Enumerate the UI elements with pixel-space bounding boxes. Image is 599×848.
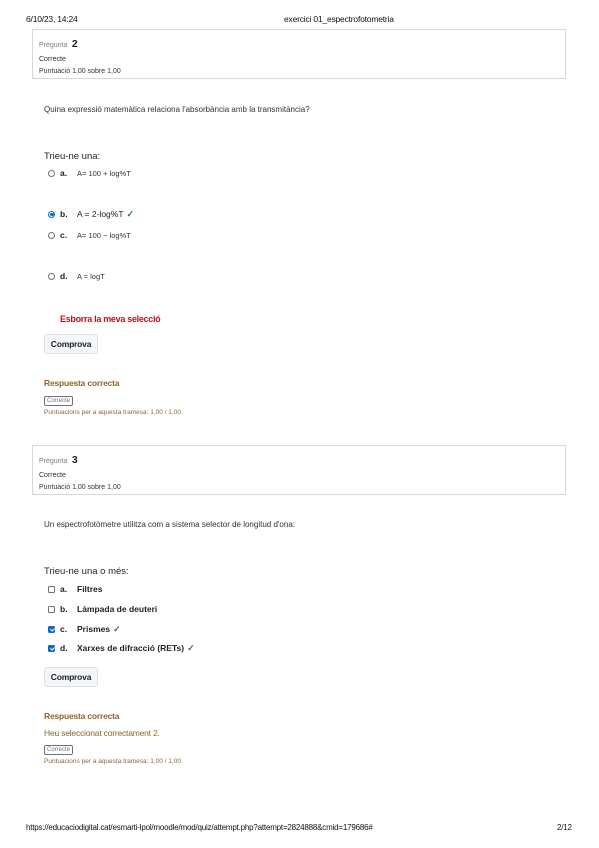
option-text: Xarxes de difracció (RETs) <box>77 643 185 653</box>
checkbox-checked[interactable] <box>48 625 55 633</box>
option-text: A= 100 − log%T <box>77 230 131 240</box>
q3-option-d[interactable]: d. Xarxes de difracció (RETs) ✓ <box>48 642 195 654</box>
checkbox-checked[interactable] <box>48 644 55 652</box>
option-letter: a. <box>60 168 68 178</box>
question-3-info: Pregunta 3 Correcte Puntuació 1,00 sobre… <box>32 445 566 495</box>
option-letter: c. <box>60 230 68 240</box>
option-letter: b. <box>60 604 68 614</box>
print-datetime: 6/10/23, 14:24 <box>26 14 78 24</box>
question-label: Pregunta <box>39 42 68 49</box>
status-badge: Correcte <box>44 745 74 755</box>
option-text: Prismes <box>77 624 111 634</box>
question-number: 2 <box>71 38 78 50</box>
question-state: Correcte <box>39 472 66 479</box>
check-button[interactable]: Comprova <box>44 667 98 687</box>
q2-option-c[interactable]: c. A= 100 − log%T <box>48 229 131 241</box>
option-letter: d. <box>60 271 68 281</box>
feedback-marks: Puntuacions per a aquesta tramesa: 1,00 … <box>44 758 183 765</box>
feedback-title: Respuesta correcta <box>44 378 120 388</box>
check-icon: ✓ <box>126 208 135 219</box>
status-badge: Correcte <box>44 396 74 406</box>
clear-selection-link[interactable]: Esborra la meva selecció <box>60 314 161 324</box>
checkbox[interactable] <box>48 585 55 593</box>
option-text: A = logT <box>77 271 105 281</box>
feedback-title: Respuesta correcta <box>44 711 120 721</box>
option-text: Filtres <box>77 584 103 594</box>
check-button[interactable]: Comprova <box>44 334 98 354</box>
question-2-text: Quina expressió matemàtica relaciona l'a… <box>44 105 310 114</box>
q3-option-c[interactable]: c. Prismes ✓ <box>48 623 121 635</box>
question-grade: Puntuació 1,00 sobre 1,00 <box>39 484 121 491</box>
q2-option-d[interactable]: d. A = logT <box>48 270 105 282</box>
q3-option-b[interactable]: b. Làmpada de deuteri <box>48 603 157 615</box>
option-text: A= 100 + log%T <box>77 168 131 178</box>
feedback-detail: Heu seleccionat correctament 2. <box>44 728 160 738</box>
q3-option-a[interactable]: a. Filtres <box>48 583 103 595</box>
radio-button[interactable] <box>48 231 55 239</box>
question-2-prompt: Trieu-ne una: <box>44 151 101 162</box>
radio-button[interactable] <box>48 272 55 280</box>
print-document-title: exercici 01_espectrofotometria <box>284 14 394 24</box>
question-state: Correcte <box>39 56 66 63</box>
option-letter: b. <box>60 209 68 219</box>
radio-button-selected[interactable] <box>48 210 55 218</box>
radio-button[interactable] <box>48 169 55 177</box>
question-3-text: Un espectrofotòmetre utilitza com a sist… <box>44 520 295 529</box>
option-text: A = 2-log%T <box>77 209 124 219</box>
checkbox[interactable] <box>48 605 55 613</box>
option-text: Làmpada de deuteri <box>77 604 158 614</box>
option-letter: d. <box>60 643 68 653</box>
option-letter: a. <box>60 584 68 594</box>
check-icon: ✓ <box>113 623 121 634</box>
q2-option-b[interactable]: b. A = 2-log%T ✓ <box>48 208 134 220</box>
question-number: 3 <box>71 454 78 466</box>
q2-option-a[interactable]: a. A= 100 + log%T <box>48 167 131 179</box>
question-label: Pregunta <box>39 458 68 465</box>
option-letter: c. <box>60 624 68 634</box>
question-grade: Puntuació 1,00 sobre 1,00 <box>39 68 121 75</box>
print-page-number: 2/12 <box>557 823 572 832</box>
feedback-marks: Puntuacions per a aquesta tramesa: 1,00 … <box>44 409 183 416</box>
question-3-prompt: Trieu-ne una o més: <box>44 566 129 577</box>
print-url: https://educaciodigital.cat/esmarti-lpol… <box>26 823 373 832</box>
question-2-info: Pregunta 2 Correcte Puntuació 1,00 sobre… <box>32 29 566 79</box>
check-icon: ✓ <box>187 642 195 653</box>
